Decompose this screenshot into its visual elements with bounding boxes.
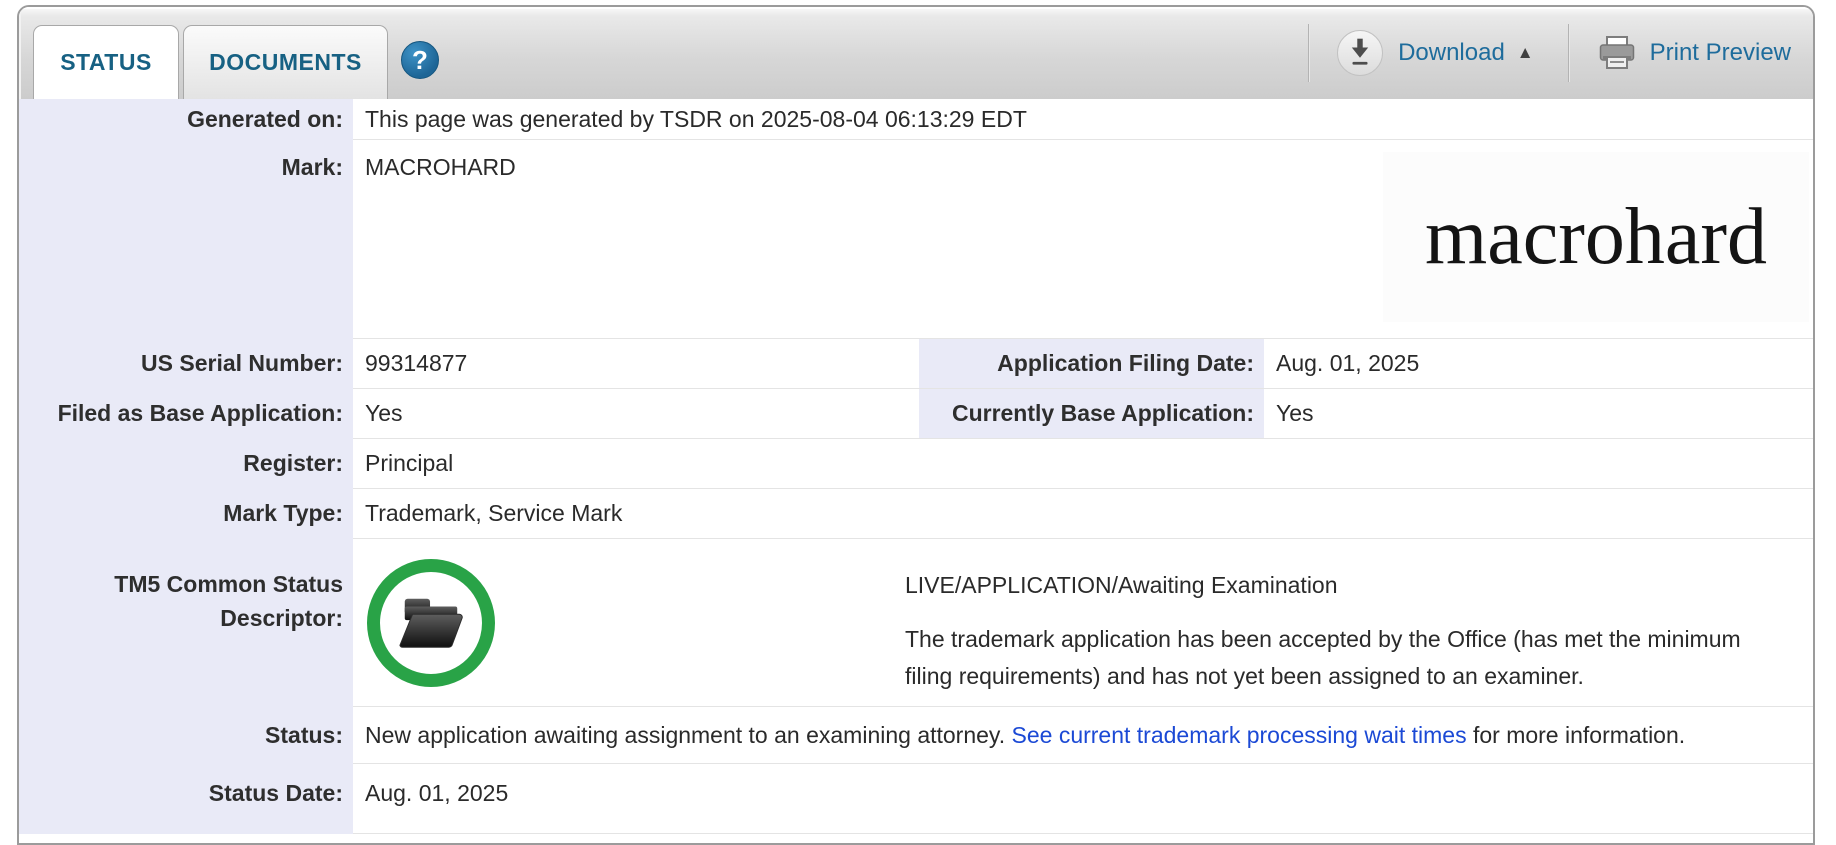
filing-date-label: Application Filing Date: [919,339,1264,389]
download-icon [1337,30,1384,76]
download-arrow-icon [1351,38,1369,65]
tab-bar: STATUS DOCUMENTS ? Download ▲ Print Prev… [19,7,1813,99]
register-label: Register: [19,439,353,489]
row-mark-type: Mark Type: Trademark, Service Mark [19,489,1813,539]
print-preview-label: Print Preview [1649,39,1791,66]
tm5-value: LIVE/APPLICATION/Awaiting Examination Th… [353,539,1813,707]
caret-up-icon: ▲ [1516,43,1534,62]
print-preview-button[interactable]: Print Preview [1599,36,1791,70]
download-label: Download [1398,39,1505,66]
row-base-application: Filed as Base Application: Yes Currently… [19,389,1813,439]
status-date-value: Aug. 01, 2025 [353,764,1813,834]
mark-label: Mark: [19,140,353,339]
printer-icon [1599,36,1634,69]
toolbar-divider [1308,24,1310,82]
generated-on-value: This page was generated by TSDR on 2025-… [353,99,1813,140]
filing-date-value: Aug. 01, 2025 [1264,339,1813,389]
tab-status-label: STATUS [60,49,152,75]
tm5-live-application-icon [367,559,495,687]
currently-base-label: Currently Base Application: [919,389,1264,439]
tm5-description: The trademark application has been accep… [905,626,1741,689]
currently-base-value: Yes [1264,389,1813,439]
toolbar: Download ▲ Print Preview [1308,7,1791,99]
row-generated-on: Generated on: This page was generated by… [19,99,1813,140]
tab-documents-label: DOCUMENTS [209,49,362,75]
toolbar-divider [1567,24,1569,82]
serial-number-label: US Serial Number: [19,339,353,389]
mark-value: MACROHARD macrohard [353,140,1813,339]
status-text-before: New application awaiting assignment to a… [365,722,1012,748]
status-label: Status: [19,707,353,764]
mark-type-label: Mark Type: [19,489,353,539]
row-tm5-descriptor: TM5 Common Status Descriptor: LIVE/APPLI… [19,539,1813,707]
mark-text: MACROHARD [365,154,516,180]
row-status: Status: New application awaiting assignm… [19,707,1813,764]
mark-type-value: Trademark, Service Mark [353,489,1813,539]
status-text-after: for more information. [1466,722,1686,748]
mark-logo-text: macrohard [1424,192,1768,281]
tm5-status-line: LIVE/APPLICATION/Awaiting Examination [905,572,1338,598]
status-text: New application awaiting assignment to a… [365,720,1685,750]
open-folder-icon [399,598,463,648]
generated-on-label: Generated on: [19,99,353,140]
wait-times-link[interactable]: See current trademark processing wait ti… [1012,722,1467,748]
status-value: New application awaiting assignment to a… [353,707,1813,764]
tab-status[interactable]: STATUS [33,25,179,99]
tm5-text-block: LIVE/APPLICATION/Awaiting Examination Th… [905,571,1765,695]
row-serial-filing: US Serial Number: 99314877 Application F… [19,339,1813,389]
mark-specimen-image: macrohard [1383,152,1809,322]
download-button[interactable]: Download ▲ [1337,30,1534,76]
row-register: Register: Principal [19,439,1813,489]
register-value: Principal [353,439,1813,489]
serial-number-value: 99314877 [353,339,919,389]
tm5-label: TM5 Common Status Descriptor: [19,539,353,707]
filed-as-base-label: Filed as Base Application: [19,389,353,439]
tab-documents[interactable]: DOCUMENTS [183,25,388,99]
question-mark-glyph: ? [412,44,428,75]
filed-as-base-value: Yes [353,389,919,439]
status-date-label: Status Date: [19,764,353,834]
tsdr-panel: STATUS DOCUMENTS ? Download ▲ Print Prev… [17,5,1815,845]
row-mark: Mark: MACROHARD macrohard [19,140,1813,339]
help-icon[interactable]: ? [401,41,439,79]
row-status-date: Status Date: Aug. 01, 2025 [19,764,1813,834]
